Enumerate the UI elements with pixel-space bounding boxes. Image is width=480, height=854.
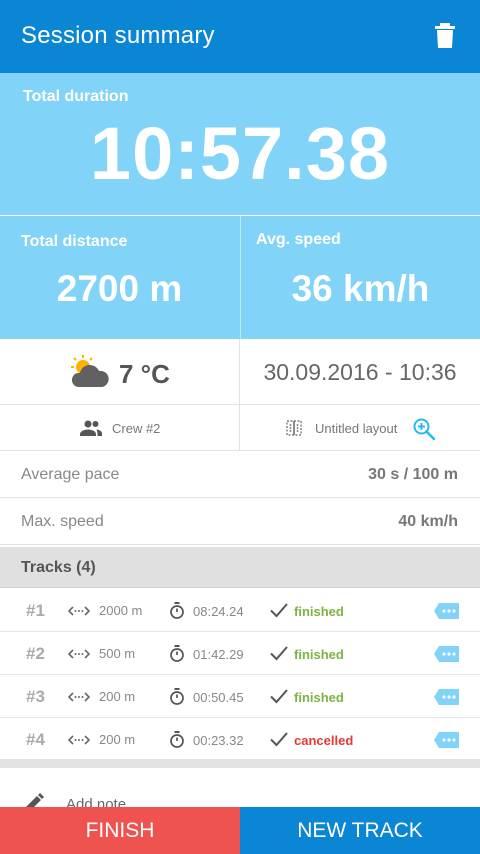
track-time: 00:50.45 — [193, 690, 244, 705]
finish-button[interactable]: FINISH — [0, 807, 240, 854]
layout-icon — [286, 420, 302, 436]
avg-speed-value: 36 km/h — [291, 268, 430, 309]
track-distance: 2000 m — [99, 603, 143, 618]
people-icon — [80, 420, 102, 436]
stopwatch-icon — [170, 688, 184, 705]
metric-label: Max. speed — [21, 513, 104, 530]
weather-cell: 7 °C — [0, 339, 239, 405]
app-bar: Session summary — [0, 0, 480, 73]
metric-row-average-pace: Average pace 30 s / 100 m — [0, 452, 480, 498]
metric-row-max-speed: Max. speed 40 km/h — [0, 499, 480, 545]
track-row[interactable]: #4 200 m 00:23.32 cancelled — [0, 718, 480, 761]
weather-date-row: 7 °C 30.09.2016 - 10:36 — [0, 339, 480, 405]
total-distance-label: Total distance — [21, 233, 128, 250]
track-distance: 200 m — [99, 689, 136, 704]
track-number: #1 — [26, 601, 45, 620]
track-distance: 500 m — [99, 646, 136, 661]
tracks-title: Tracks (4) — [21, 559, 96, 576]
total-duration-value: 10:57.38 — [89, 112, 391, 195]
section-divider — [0, 759, 480, 768]
check-icon — [270, 646, 288, 661]
metric-value: 40 km/h — [398, 513, 458, 530]
crew-layout-row: Crew #2 Untitled layout — [0, 405, 480, 451]
track-time: 08:24.24 — [193, 604, 244, 619]
track-status: finished — [294, 604, 344, 619]
add-note-row[interactable]: Add note — [0, 768, 480, 813]
trash-icon[interactable] — [434, 23, 456, 49]
check-icon — [270, 732, 288, 747]
total-duration-label: Total duration — [23, 88, 129, 105]
new-track-button[interactable]: NEW TRACK — [240, 807, 480, 854]
more-options-icon[interactable] — [434, 732, 459, 748]
avg-speed-label: Avg. speed — [256, 231, 341, 248]
distance-icon — [68, 692, 90, 702]
stats-panel: Total distance 2700 m Avg. speed 36 km/h — [0, 216, 480, 339]
distance-icon — [68, 735, 90, 745]
metric-value: 30 s / 100 m — [368, 466, 458, 483]
metric-label: Average pace — [21, 466, 120, 483]
more-options-icon[interactable] — [434, 689, 459, 705]
partly-cloudy-icon — [71, 355, 109, 387]
track-number: #4 — [26, 730, 45, 749]
total-distance-value: 2700 m — [56, 268, 183, 309]
track-time: 01:42.29 — [193, 647, 244, 662]
zoom-in-icon[interactable] — [412, 417, 436, 441]
page-title: Session summary — [21, 22, 215, 49]
stopwatch-icon — [170, 731, 184, 748]
track-time: 00:23.32 — [193, 733, 244, 748]
layout-cell[interactable]: Untitled layout — [239, 405, 480, 451]
track-status: finished — [294, 647, 344, 662]
avg-speed-panel: Avg. speed 36 km/h — [240, 216, 480, 339]
track-row[interactable]: #2 500 m 01:42.29 finished — [0, 632, 480, 675]
stopwatch-icon — [170, 602, 184, 619]
total-duration-panel: Total duration 10:57.38 — [0, 73, 480, 215]
check-icon — [270, 603, 288, 618]
track-distance: 200 m — [99, 732, 136, 747]
track-row[interactable]: #1 2000 m 08:24.24 finished — [0, 589, 480, 632]
check-icon — [270, 689, 288, 704]
tracks-header: Tracks (4) — [0, 547, 480, 588]
layout-label: Untitled layout — [315, 421, 398, 436]
temperature: 7 °C — [119, 359, 170, 389]
total-distance-panel: Total distance 2700 m — [0, 216, 239, 339]
distance-icon — [68, 606, 90, 616]
stopwatch-icon — [170, 645, 184, 662]
more-options-icon[interactable] — [434, 646, 459, 662]
session-date: 30.09.2016 - 10:36 — [263, 359, 457, 385]
track-status: cancelled — [294, 733, 354, 748]
distance-icon — [68, 649, 90, 659]
track-number: #3 — [26, 687, 45, 706]
track-status: finished — [294, 690, 344, 705]
crew-cell[interactable]: Crew #2 — [0, 405, 239, 451]
track-row[interactable]: #3 200 m 00:50.45 finished — [0, 675, 480, 718]
more-options-icon[interactable] — [434, 603, 459, 619]
crew-label: Crew #2 — [112, 421, 161, 436]
date-cell: 30.09.2016 - 10:36 — [239, 339, 480, 405]
track-number: #2 — [26, 644, 45, 663]
